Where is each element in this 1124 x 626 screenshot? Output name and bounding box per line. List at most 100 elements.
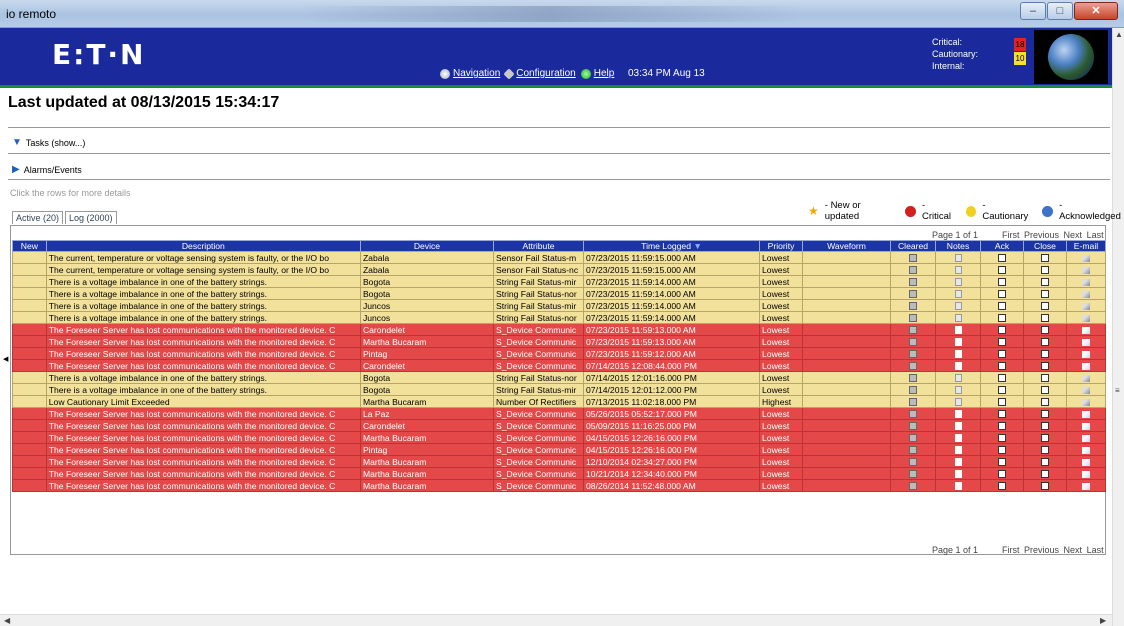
notes-icon[interactable]: [954, 266, 962, 275]
table-row[interactable]: The current, temperature or voltage sens…: [12, 251, 1107, 264]
cleared-checkbox[interactable]: [909, 314, 917, 323]
email-icon[interactable]: [1081, 482, 1090, 490]
cleared-checkbox[interactable]: [909, 482, 917, 491]
notes-icon[interactable]: [954, 338, 962, 347]
ack-checkbox[interactable]: [998, 434, 1007, 443]
close-checkbox[interactable]: [1040, 302, 1049, 311]
col-close[interactable]: Close: [1023, 240, 1067, 252]
ack-checkbox[interactable]: [998, 362, 1007, 371]
scroll-up-icon[interactable]: ▲: [1115, 30, 1123, 39]
col-notes[interactable]: Notes: [935, 240, 982, 252]
email-icon[interactable]: [1081, 278, 1090, 286]
cleared-checkbox[interactable]: [909, 350, 917, 359]
ack-checkbox[interactable]: [998, 326, 1007, 335]
email-icon[interactable]: [1081, 398, 1090, 406]
close-checkbox[interactable]: [1040, 254, 1049, 263]
table-row[interactable]: There is a voltage imbalance in one of t…: [12, 311, 1107, 324]
table-row[interactable]: The Foreseer Server has lost communicati…: [12, 347, 1107, 360]
previous-page-link-bottom[interactable]: Previous: [1024, 545, 1059, 555]
close-checkbox[interactable]: [1040, 410, 1049, 419]
table-row[interactable]: The Foreseer Server has lost communicati…: [12, 419, 1107, 432]
close-button[interactable]: ✕: [1074, 2, 1118, 20]
table-row[interactable]: The Foreseer Server has lost communicati…: [12, 323, 1107, 336]
email-icon[interactable]: [1081, 362, 1090, 370]
email-icon[interactable]: [1081, 434, 1090, 442]
close-checkbox[interactable]: [1040, 266, 1049, 275]
cleared-checkbox[interactable]: [909, 398, 917, 407]
cleared-checkbox[interactable]: [909, 290, 917, 299]
ack-checkbox[interactable]: [998, 482, 1007, 491]
close-checkbox[interactable]: [1040, 290, 1049, 299]
first-page-link-bottom[interactable]: First: [1002, 545, 1020, 555]
cleared-checkbox[interactable]: [909, 362, 917, 371]
horizontal-scrollbar[interactable]: ◀ ▶: [0, 614, 1112, 626]
table-row[interactable]: The Foreseer Server has lost communicati…: [12, 479, 1107, 492]
cleared-checkbox[interactable]: [909, 254, 917, 263]
email-icon[interactable]: [1081, 410, 1090, 418]
close-checkbox[interactable]: [1040, 278, 1049, 287]
email-icon[interactable]: [1081, 302, 1090, 310]
scroll-thumb-icon[interactable]: ≡: [1115, 386, 1120, 395]
ack-checkbox[interactable]: [998, 314, 1007, 323]
email-icon[interactable]: [1081, 470, 1090, 478]
notes-icon[interactable]: [954, 278, 962, 287]
email-icon[interactable]: [1081, 446, 1090, 454]
table-row[interactable]: The Foreseer Server has lost communicati…: [12, 407, 1107, 420]
notes-icon[interactable]: [954, 422, 962, 431]
close-checkbox[interactable]: [1040, 338, 1049, 347]
col-email[interactable]: E-mail: [1065, 240, 1107, 252]
table-row[interactable]: There is a voltage imbalance in one of t…: [12, 287, 1107, 300]
scroll-right-icon[interactable]: ▶: [1100, 616, 1106, 625]
table-row[interactable]: There is a voltage imbalance in one of t…: [12, 371, 1107, 384]
email-icon[interactable]: [1081, 326, 1090, 334]
notes-icon[interactable]: [954, 374, 962, 383]
email-icon[interactable]: [1081, 266, 1090, 274]
close-checkbox[interactable]: [1040, 446, 1049, 455]
notes-icon[interactable]: [954, 314, 962, 323]
ack-checkbox[interactable]: [998, 278, 1007, 287]
ack-checkbox[interactable]: [998, 458, 1007, 467]
nav-navigation[interactable]: Navigation: [440, 68, 500, 79]
cleared-checkbox[interactable]: [909, 326, 917, 335]
vertical-scrollbar[interactable]: ▲ ≡: [1112, 28, 1124, 626]
next-page-link[interactable]: Next: [1064, 230, 1083, 240]
table-row[interactable]: The Foreseer Server has lost communicati…: [12, 335, 1107, 348]
table-row[interactable]: The Foreseer Server has lost communicati…: [12, 455, 1107, 468]
notes-icon[interactable]: [954, 446, 962, 455]
table-row[interactable]: There is a voltage imbalance in one of t…: [12, 383, 1107, 396]
notes-icon[interactable]: [954, 482, 962, 491]
col-device[interactable]: Device: [359, 240, 494, 252]
cleared-checkbox[interactable]: [909, 422, 917, 431]
email-icon[interactable]: [1081, 422, 1090, 430]
cleared-checkbox[interactable]: [909, 470, 917, 479]
notes-icon[interactable]: [954, 302, 962, 311]
table-row[interactable]: The Foreseer Server has lost communicati…: [12, 467, 1107, 480]
ack-checkbox[interactable]: [998, 410, 1007, 419]
ack-checkbox[interactable]: [998, 386, 1007, 395]
close-checkbox[interactable]: [1040, 386, 1049, 395]
notes-icon[interactable]: [954, 470, 962, 479]
previous-page-link[interactable]: Previous: [1024, 230, 1059, 240]
notes-icon[interactable]: [954, 254, 962, 263]
col-new[interactable]: New: [12, 240, 47, 252]
alarms-toggle[interactable]: ▶ Alarms/Events: [12, 164, 82, 175]
close-checkbox[interactable]: [1040, 374, 1049, 383]
cleared-checkbox[interactable]: [909, 410, 917, 419]
cleared-checkbox[interactable]: [909, 278, 917, 287]
notes-icon[interactable]: [954, 290, 962, 299]
email-icon[interactable]: [1081, 458, 1090, 466]
notes-icon[interactable]: [954, 362, 962, 371]
cleared-checkbox[interactable]: [909, 458, 917, 467]
notes-icon[interactable]: [954, 410, 962, 419]
notes-icon[interactable]: [954, 458, 962, 467]
notes-icon[interactable]: [954, 434, 962, 443]
close-checkbox[interactable]: [1040, 434, 1049, 443]
critical-count-badge[interactable]: 18: [1014, 38, 1026, 51]
col-priority[interactable]: Priority: [759, 240, 803, 252]
table-row[interactable]: There is a voltage imbalance in one of t…: [12, 299, 1107, 312]
table-row[interactable]: The current, temperature or voltage sens…: [12, 263, 1107, 276]
ack-checkbox[interactable]: [998, 350, 1007, 359]
email-icon[interactable]: [1081, 290, 1090, 298]
cleared-checkbox[interactable]: [909, 266, 917, 275]
cleared-checkbox[interactable]: [909, 434, 917, 443]
